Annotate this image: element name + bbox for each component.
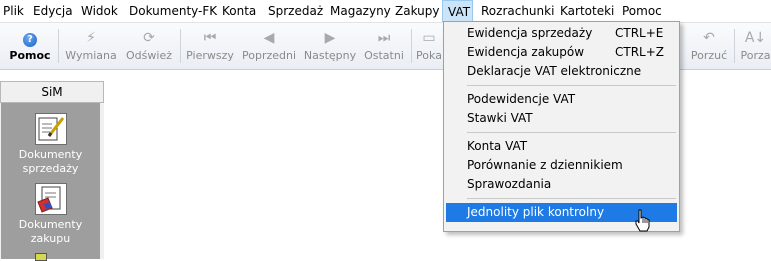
menu-item-label: Stawki VAT (467, 111, 533, 125)
menu-bar: Plik Edycja Widok Dokumenty-FK Konta Spr… (0, 0, 771, 23)
menu-separator (467, 85, 676, 86)
sort-button[interactable]: A↓ Porza (740, 23, 771, 69)
help-button-label: Pomoc (9, 49, 51, 62)
previous-button[interactable]: ◀ Poprzedni (238, 23, 300, 69)
exchange-button-label: Wymiana (65, 49, 117, 62)
purchase-documents-item[interactable]: Dokumenty zakupu (1, 183, 100, 246)
menu-item-vat-rates[interactable]: Stawki VAT (446, 109, 677, 128)
exchange-button[interactable]: ⚡ Wymiana (62, 23, 120, 69)
menu-item-reports[interactable]: Sprawozdania (446, 175, 677, 194)
next-button-label: Następny (303, 49, 357, 62)
show-icon: ▭ (422, 30, 436, 46)
menu-rozrachunki[interactable]: Rozrachunki (481, 0, 554, 22)
last-icon: ⏭ (377, 30, 391, 46)
menu-vat[interactable]: VAT (442, 0, 473, 22)
menu-pomoc[interactable]: Pomoc (622, 0, 662, 22)
menu-kartoteki[interactable]: Kartoteki (560, 0, 614, 22)
first-button[interactable]: ⏮ Pierwszy (184, 23, 236, 69)
purchase-document-icon (34, 183, 67, 215)
menu-item-shortcut: CTRL+E (615, 26, 664, 40)
menu-magazyny[interactable]: Magazyny (330, 0, 391, 22)
undo-button[interactable]: ↶ Porzuć (689, 23, 729, 69)
help-icon: ? (6, 30, 54, 47)
menu-item-shortcut: CTRL+Z (615, 45, 665, 59)
show-button[interactable]: ▭ Poka (414, 23, 444, 69)
last-button-label: Ostatni (364, 49, 404, 62)
sales-documents-label-2: sprzedaży (22, 162, 79, 175)
sales-documents-label-1: Dokumenty (18, 148, 83, 161)
sales-document-icon (34, 113, 67, 145)
hand-cursor-icon (635, 209, 650, 232)
first-icon: ⏮ (203, 30, 217, 46)
toolbar-separator (411, 29, 412, 63)
next-icon: ▶ (324, 30, 336, 46)
previous-icon: ◀ (263, 30, 275, 46)
sales-documents-item[interactable]: Dokumenty sprzedaży (1, 113, 100, 176)
menu-konta[interactable]: Konta (222, 0, 256, 22)
sort-icon: A↓ (744, 30, 767, 46)
menu-edycja[interactable]: Edycja (33, 0, 73, 22)
menu-item-label: Sprawozdania (467, 177, 552, 191)
toolbar-separator (734, 29, 735, 63)
refresh-icon: ⟳ (143, 30, 155, 46)
menu-widok[interactable]: Widok (81, 0, 118, 22)
menu-item-journal-comparison[interactable]: Porównanie z dziennikiem (446, 156, 677, 175)
menu-item-sales-register[interactable]: Ewidencja sprzedaży CTRL+E (446, 24, 677, 43)
menu-item-label: Jednolity plik kontrolny (467, 205, 605, 219)
menu-item-label: Ewidencja zakupów (467, 45, 585, 59)
previous-button-label: Poprzedni (241, 49, 297, 62)
undo-button-label: Porzuć (690, 49, 728, 62)
next-button[interactable]: ▶ Następny (302, 23, 358, 69)
menu-zakupy[interactable]: Zakupy (395, 0, 439, 22)
menu-separator (467, 198, 676, 199)
purchase-documents-label-2: zakupu (30, 232, 71, 245)
sort-button-label: Porza (740, 49, 771, 62)
next-item-icon (35, 253, 47, 261)
last-button[interactable]: ⏭ Ostatni (360, 23, 408, 69)
menu-item-vat-subregisters[interactable]: Podewidencje VAT (446, 90, 677, 109)
left-panel-body: Dokumenty sprzedaży Dokumenty zakupu (1, 103, 100, 261)
menu-sprzedaz[interactable]: Sprzedaż (268, 0, 323, 22)
menu-dokumenty-fk[interactable]: Dokumenty-FK (129, 0, 217, 22)
vat-menu-dropdown: Ewidencja sprzedaży CTRL+E Ewidencja zak… (443, 21, 680, 232)
toolbar-separator (180, 29, 181, 63)
show-button-label: Poka (416, 49, 442, 62)
refresh-button-label: Odśwież (126, 49, 172, 62)
menu-item-label: Deklaracje VAT elektroniczne (467, 64, 642, 78)
menu-item-vat-accounts[interactable]: Konta VAT (446, 137, 677, 156)
menu-item-vat-declarations[interactable]: Deklaracje VAT elektroniczne (446, 62, 677, 81)
refresh-button[interactable]: ⟳ Odśwież (122, 23, 176, 69)
purchase-documents-label-1: Dokumenty (18, 218, 83, 231)
help-button[interactable]: ? Pomoc (6, 23, 54, 69)
menu-item-label: Konta VAT (467, 139, 528, 153)
toolbar-separator (58, 29, 59, 63)
left-panel: SiM Dokumenty sprzedaży Dokumenty zakupu (0, 81, 104, 261)
first-button-label: Pierwszy (186, 49, 234, 62)
menu-separator (467, 132, 676, 133)
exchange-icon: ⚡ (86, 30, 96, 46)
undo-icon: ↶ (703, 30, 715, 46)
menu-plik[interactable]: Plik (3, 0, 24, 22)
menu-item-label: Porównanie z dziennikiem (467, 158, 623, 172)
menu-item-purchase-register[interactable]: Ewidencja zakupów CTRL+Z (446, 43, 677, 62)
left-panel-title: SiM (0, 81, 104, 103)
menu-item-label: Ewidencja sprzedaży (467, 26, 593, 40)
menu-item-label: Podewidencje VAT (467, 92, 576, 106)
